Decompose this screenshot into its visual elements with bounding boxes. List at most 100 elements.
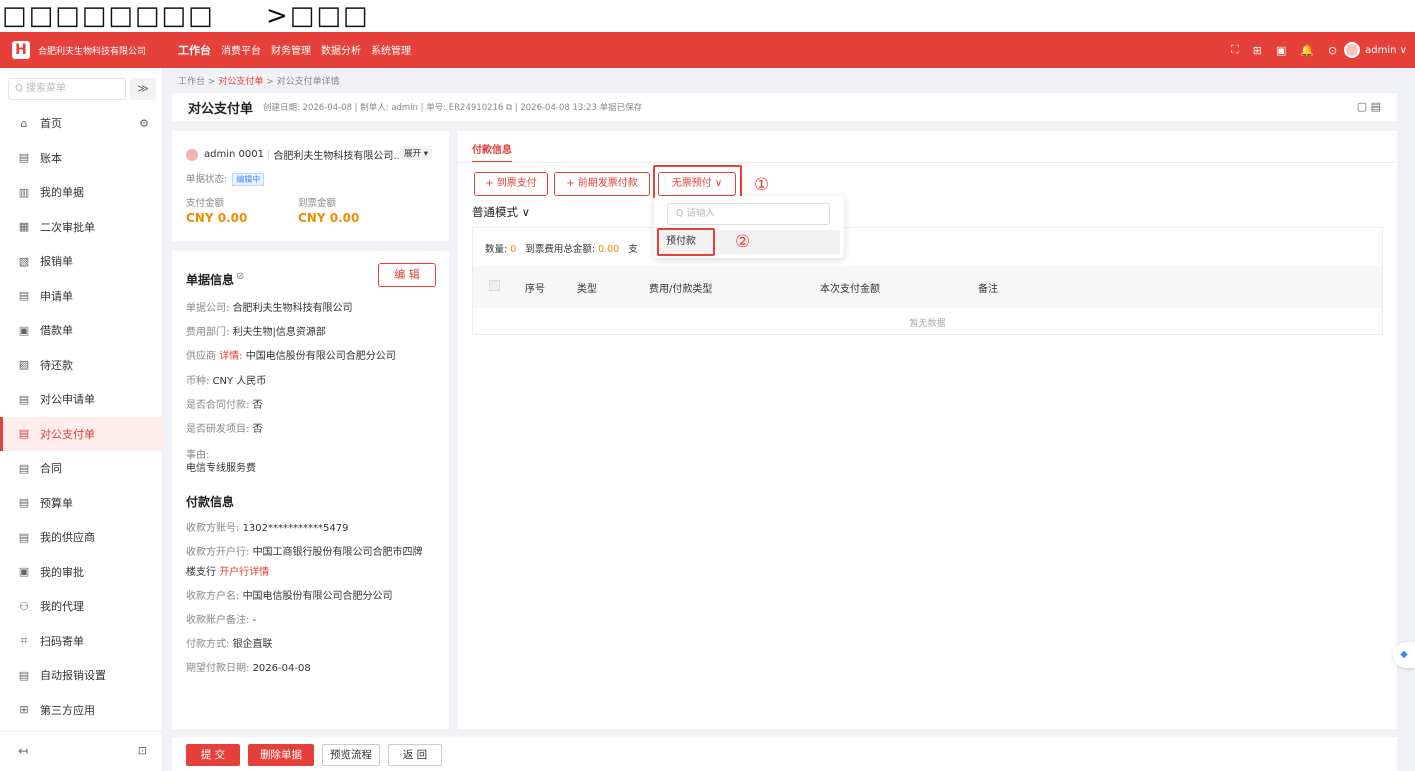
col-type: 类型 (577, 284, 597, 295)
nav-consumption[interactable]: 消费平台 (221, 42, 261, 58)
home-icon: ⌂ (20, 116, 28, 130)
empty-state: 暂无数据 (909, 319, 946, 329)
summary-card: admin 0001 | 合肥利夫生物科技有限公司... 展开 ▾ 单据状态: … (172, 131, 449, 241)
sidebar-item-my-agents[interactable]: ⚇ 我的代理 (0, 589, 163, 624)
select-all-checkbox[interactable] (489, 280, 500, 291)
dropdown-search-input[interactable]: Q 请输入 (667, 203, 830, 225)
assistant-icon[interactable]: ◆ (1393, 642, 1415, 668)
breadcrumb-workbench[interactable]: 工作台 (178, 77, 205, 87)
sidebar-item-third-party[interactable]: ⊞ 第三方应用 (0, 693, 163, 728)
owner-name: admin 0001 (204, 149, 264, 160)
sidebar-item-label: 申请单 (40, 289, 73, 303)
sidebar-item-label: 我的代理 (40, 600, 84, 614)
status-badge: 编辑中 (232, 173, 265, 186)
user-name: admin ∨ (1365, 44, 1407, 56)
prior-invoice-pay-button[interactable]: + 前期发票付款 (554, 172, 650, 196)
info-bank: 收款方开户行: 中国工商银行股份有限公司合肥市四牌 (186, 547, 423, 558)
col-fee-type: 费用/付款类型 (649, 284, 713, 295)
status-label: 单据状态: (186, 174, 228, 185)
nav-analytics[interactable]: 数据分析 (321, 42, 361, 58)
approval-icon: ▦ (18, 220, 30, 234)
sidebar-bottom: ↤ ⊡ (0, 731, 163, 771)
info-rd: 是否研发项目: 否 (186, 424, 263, 435)
info-date: 期望付款日期: 2026-04-08 (186, 663, 311, 674)
sidebar-item-scan-mail[interactable]: ⌗ 扫码寄单 (0, 624, 163, 659)
loan-icon: ▣ (18, 323, 30, 337)
help-icon[interactable]: ⊙ (1328, 44, 1337, 57)
info-currency: 币种: CNY 人民币 (186, 376, 267, 387)
breadcrumb-payment[interactable]: 对公支付单 (218, 77, 263, 87)
breadcrumb-sep: > (207, 77, 216, 87)
sidebar-item-label: 对公支付单 (40, 427, 95, 441)
sidebar-item-label: 二次审批单 (40, 220, 95, 234)
footer-actions: 提 交 删除单据 预览流程 返 回 (172, 737, 1397, 771)
invoice-pay-button[interactable]: + 到票支付 (474, 172, 548, 196)
info-reason-value: 电信专线服务费 (186, 463, 256, 474)
nav-workbench[interactable]: 工作台 (178, 42, 211, 58)
sidebar-item-corporate-payment[interactable]: ▤ 对公支付单 (0, 416, 163, 451)
menu-search-input[interactable]: Q 搜索菜单 (8, 78, 126, 100)
pay-amount-value: CNY 0.00 (186, 211, 248, 225)
highlight-box (657, 228, 715, 256)
apps-icon[interactable]: ⊞ (1253, 44, 1262, 57)
back-button[interactable]: 返 回 (388, 744, 442, 766)
doc-status: 单据状态: 编辑中 (186, 171, 265, 186)
payment-info-title: 付款信息 (186, 495, 235, 509)
budget-icon: ▤ (18, 496, 30, 510)
expand-button[interactable]: 展开 ▾ (400, 146, 432, 160)
tab-divider (458, 162, 1397, 163)
agent-icon: ⚇ (19, 599, 29, 613)
highlight-box (653, 165, 742, 199)
sidebar-item-my-docs[interactable]: ▥ 我的单据 (0, 175, 163, 210)
sidebar-item-label: 对公申请单 (40, 393, 95, 407)
sidebar-item-label: 第三方应用 (40, 703, 95, 717)
preview-flow-button[interactable]: 预览流程 (322, 744, 380, 766)
bell-icon[interactable]: 🔔 (1300, 44, 1314, 57)
sidebar-item-auto-reimbursement[interactable]: ▤ 自动报销设置 (0, 658, 163, 693)
eye-off-icon[interactable]: ⊘ (236, 271, 244, 282)
sidebar-item-my-vendors[interactable]: ▤ 我的供应商 (0, 520, 163, 555)
info-payee: 收款方户名: 中国电信股份有限公司合肥分公司 (186, 591, 393, 602)
layout-icons[interactable]: ▢ ▤ (1357, 100, 1381, 113)
application-icon: ▤ (18, 289, 30, 303)
fullscreen-icon[interactable]: ⛶ (1231, 43, 1239, 57)
sidebar-item-ledger[interactable]: ▤ 账本 (0, 141, 163, 176)
sidebar-item-label: 我的审批 (40, 565, 84, 579)
sidebar-item-loan[interactable]: ▣ 借款单 (0, 313, 163, 348)
submit-button[interactable]: 提 交 (186, 744, 240, 766)
breadcrumb-sep: > (266, 77, 274, 87)
sidebar-item-budget[interactable]: ▤ 预算单 (0, 486, 163, 521)
delete-button[interactable]: 删除单据 (248, 744, 314, 766)
nav-system[interactable]: 系统管理 (371, 42, 411, 58)
user-menu[interactable]: admin ∨ (1344, 32, 1407, 68)
edit-button[interactable]: 编 辑 (378, 263, 436, 287)
camera-icon[interactable]: ⊡ (138, 744, 147, 757)
mode-selector[interactable]: 普通模式 ∨ (472, 204, 530, 220)
avatar (186, 148, 198, 161)
doc-info-title: 单据信息 (186, 273, 235, 287)
window-icon[interactable]: ▣ (1276, 44, 1286, 57)
nav-finance[interactable]: 财务管理 (271, 42, 311, 58)
sidebar-item-corporate-application[interactable]: ▤ 对公申请单 (0, 382, 163, 417)
sidebar-item-my-approvals[interactable]: ▣ 我的审批 (0, 555, 163, 590)
tab-payment-info[interactable]: 付款信息 (472, 141, 512, 156)
breadcrumb: 工作台 > 对公支付单 > 对公支付单详情 (178, 74, 340, 87)
sidebar-item-application[interactable]: ▤ 申请单 (0, 279, 163, 314)
sidebar-item-reimbursement[interactable]: ▧ 报销单 (0, 244, 163, 279)
sidebar-item-contract[interactable]: ▤ 合同 (0, 451, 163, 486)
settings-icon[interactable]: ⚙ (139, 117, 149, 130)
sidebar-item-second-approval[interactable]: ▦ 二次审批单 (0, 210, 163, 245)
collapse-icon[interactable]: ≫ (130, 78, 156, 100)
sidebar-item-label: 扫码寄单 (40, 634, 84, 648)
docs-icon: ▥ (18, 185, 30, 199)
sidebar-item-label: 预算单 (40, 496, 73, 510)
sidebar-item-label: 报销单 (40, 255, 73, 269)
exit-icon[interactable]: ↤ (18, 744, 28, 758)
sidebar-item-repayment[interactable]: ▨ 待还款 (0, 348, 163, 383)
approvals-icon: ▣ (18, 565, 30, 579)
vendor-detail-link[interactable]: 详情: (219, 351, 242, 362)
bank-detail-link[interactable]: 开户行详情 (219, 567, 269, 578)
sidebar-item-home[interactable]: ⌂ 首页 ⚙ (0, 106, 163, 141)
invoice-amount-value: CNY 0.00 (298, 211, 360, 225)
info-dept: 费用部门: 利夫生物|信息资源部 (186, 327, 326, 338)
